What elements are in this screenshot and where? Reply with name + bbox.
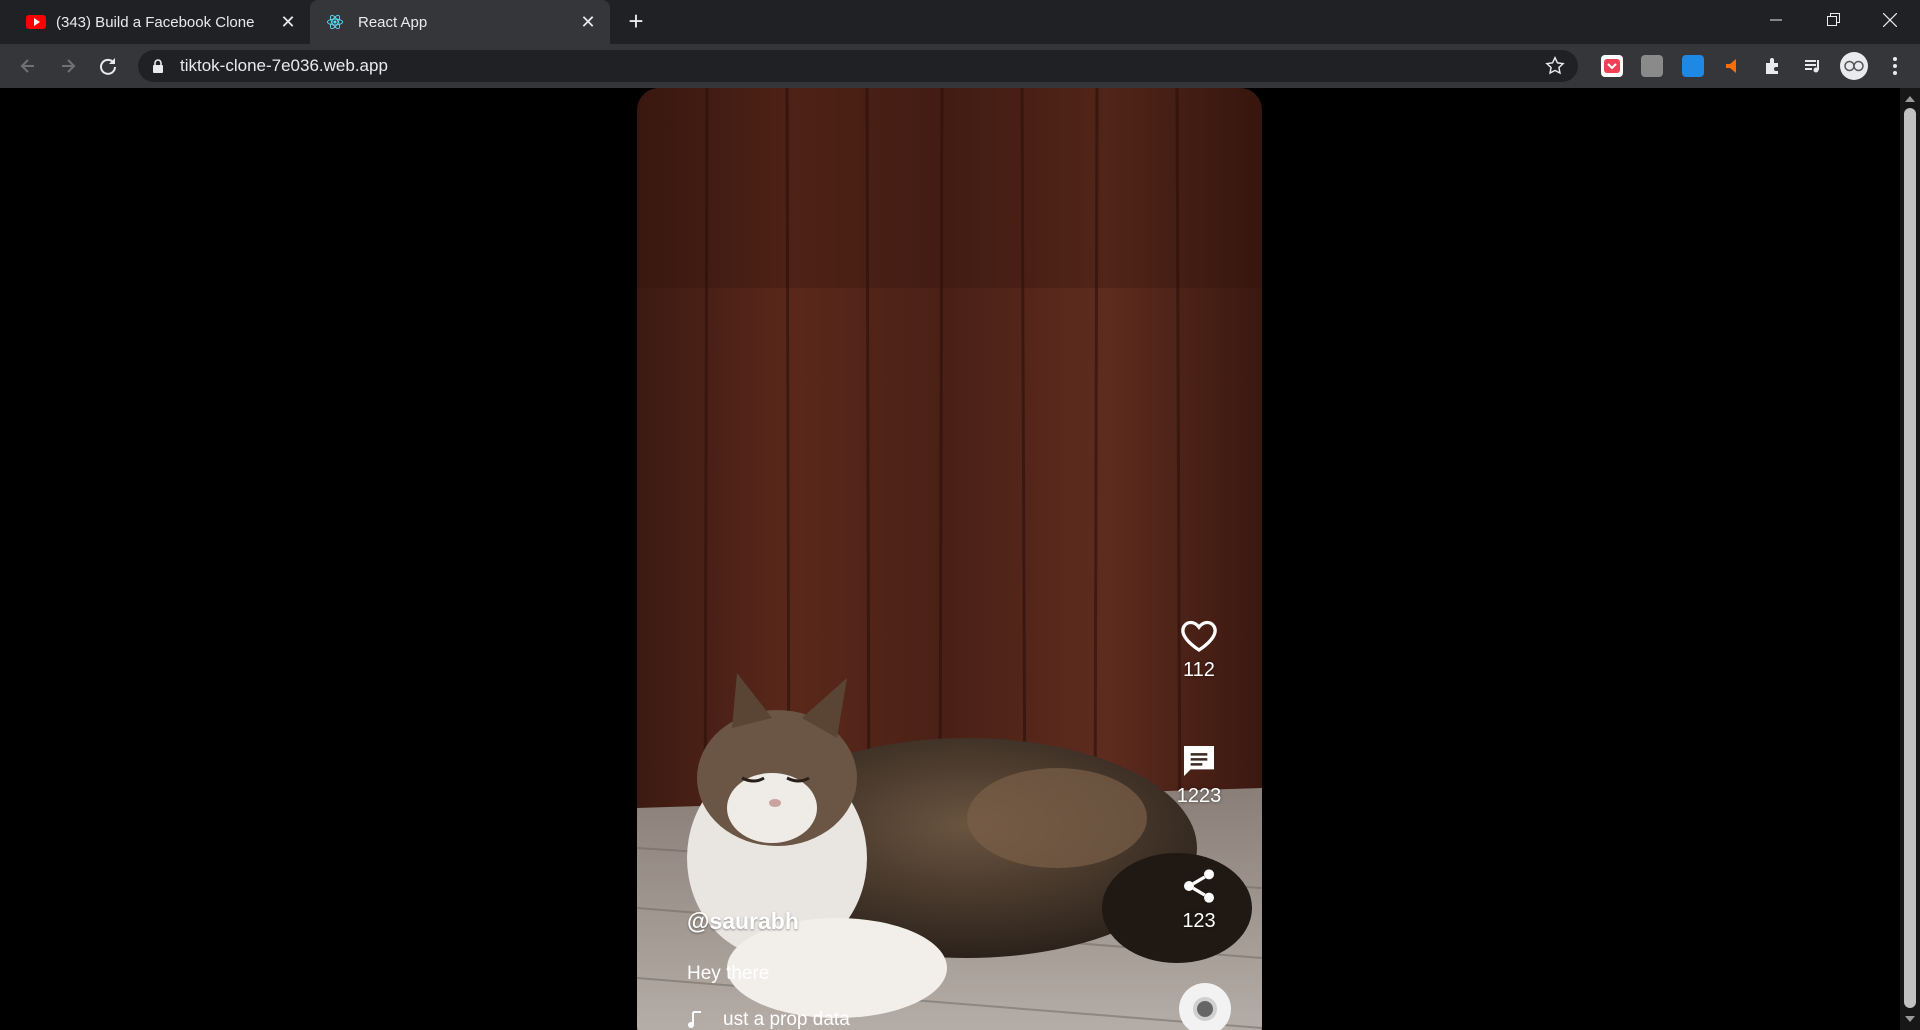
restore-icon[interactable]	[1806, 0, 1862, 40]
share-count: 123	[1182, 910, 1216, 932]
scroll-down-icon[interactable]	[1905, 1016, 1915, 1022]
reload-icon[interactable]	[94, 52, 122, 80]
scroll-up-icon[interactable]	[1905, 96, 1915, 102]
address-bar[interactable]: tiktok-clone-7e036.web.app	[138, 50, 1578, 82]
page-viewport: 112 1223 123 @saurabh Hey there ust a pr…	[0, 88, 1900, 1030]
lock-icon	[153, 59, 163, 73]
url-text: tiktok-clone-7e036.web.app	[180, 56, 388, 75]
close-tab-icon[interactable]: ✕	[578, 12, 598, 32]
react-icon	[327, 14, 343, 30]
tab-title: (343) Build a Facebook Clone	[56, 13, 255, 31]
heart-icon	[1181, 620, 1217, 652]
tab-react-app[interactable]: React App ✕	[310, 0, 610, 44]
video-sidebar: 112 1223 123	[1164, 88, 1234, 1030]
comment-count: 1223	[1176, 785, 1222, 807]
media-queue-icon[interactable]	[1802, 55, 1824, 77]
minimize-icon[interactable]	[1748, 0, 1804, 40]
music-note-icon	[688, 1011, 701, 1028]
share-button[interactable]: 123	[1164, 866, 1234, 933]
extension-s-icon[interactable]	[1682, 55, 1704, 77]
video-footer: @saurabh Hey there ust a prop data	[687, 908, 850, 1030]
pocket-extension-icon[interactable]	[1601, 55, 1623, 77]
extensions-puzzle-icon[interactable]	[1762, 55, 1784, 77]
song-ticker: ust a prop data	[687, 1009, 850, 1030]
back-icon[interactable]	[14, 52, 42, 80]
like-count: 112	[1183, 659, 1215, 681]
extension-k-icon[interactable]	[1641, 55, 1663, 77]
tab-title: React App	[358, 13, 428, 31]
share-icon	[1184, 869, 1214, 903]
extension-speaker-icon[interactable]	[1722, 55, 1744, 77]
youtube-icon	[26, 15, 46, 29]
profile-avatar[interactable]	[1840, 52, 1868, 80]
video-player[interactable]: 112 1223 123 @saurabh Hey there ust a pr…	[637, 88, 1262, 1030]
channel-name[interactable]: @saurabh	[687, 908, 850, 935]
close-window-icon[interactable]	[1862, 0, 1918, 40]
video-description: Hey there	[687, 963, 770, 984]
forward-icon[interactable]	[54, 52, 82, 80]
tab-strip: (343) Build a Facebook Clone ✕ React App…	[0, 0, 1920, 44]
scrollbar-thumb[interactable]	[1904, 108, 1916, 1008]
new-tab-button[interactable]: +	[622, 8, 650, 36]
browser-toolbar: tiktok-clone-7e036.web.app	[0, 44, 1920, 88]
close-tab-icon[interactable]: ✕	[278, 12, 298, 32]
tab-youtube[interactable]: (343) Build a Facebook Clone ✕	[12, 0, 310, 44]
menu-dots-icon[interactable]	[1884, 55, 1906, 77]
spinning-record-icon	[1179, 983, 1231, 1030]
comment-icon	[1184, 746, 1214, 776]
page-scrollbar[interactable]	[1900, 88, 1920, 1030]
like-button[interactable]: 112	[1164, 615, 1234, 682]
bookmark-star-icon[interactable]	[1544, 55, 1566, 77]
comment-button[interactable]: 1223	[1164, 741, 1234, 808]
song-title: ust a prop data	[723, 1009, 850, 1030]
